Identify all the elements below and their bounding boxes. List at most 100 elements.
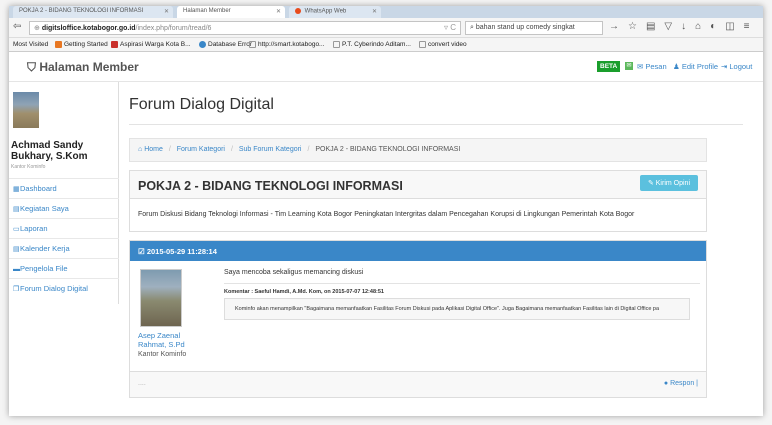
- bookmark-label: Database Error: [208, 41, 253, 49]
- sidebar-item-dashboard[interactable]: ▦Dashboard: [9, 178, 119, 198]
- calendar-icon: ☑: [138, 247, 147, 256]
- bookmarks-bar: Most Visited Getting Started Aspirasi Wa…: [9, 38, 763, 52]
- close-icon[interactable]: ✕: [276, 8, 281, 15]
- toolbar-icons: →☆▤▽↓⌂◐◫≡: [609, 21, 759, 32]
- bookmark-label: Aspirasi Warga Kota B...: [120, 41, 191, 49]
- bookmark-label: P.T. Cyberindo Aditam...: [342, 41, 411, 49]
- respon-label: Respon |: [670, 380, 698, 387]
- author-name[interactable]: Asep Zaenal Rahmat, S.Pd: [138, 331, 185, 349]
- pocket-icon[interactable]: ▽: [664, 21, 681, 32]
- bookmark-item[interactable]: Most Visited: [13, 41, 48, 48]
- avatar: [13, 92, 39, 128]
- sidebar-item-label: Pengelola File: [20, 264, 68, 273]
- folder-icon: ▬: [13, 266, 20, 273]
- bookmark-item[interactable]: Getting Started: [55, 41, 108, 48]
- download-icon[interactable]: ↓: [681, 21, 695, 32]
- forum-title: POKJA 2 - BIDANG TEKNOLOGI INFORMASI: [138, 179, 403, 193]
- bookmark-label: Most Visited: [13, 41, 49, 48]
- bookmark-item[interactable]: http://smart.kotabogo...: [249, 41, 324, 48]
- url-host: digitsloffice.kotabogor.go.id: [41, 25, 136, 32]
- breadcrumb-sub-forum[interactable]: Sub Forum Kategori: [239, 146, 302, 153]
- ellipsis: ....: [138, 380, 146, 387]
- sidebar-item-label: Kalender Kerja: [20, 244, 70, 253]
- sidebar-item-label: Laporan: [20, 224, 48, 233]
- browser-tab-whatsapp[interactable]: WhatsApp Web ✕: [289, 6, 381, 18]
- whatsapp-icon: [295, 8, 301, 14]
- home-icon[interactable]: ⌂: [695, 21, 710, 32]
- breadcrumb-separator: /: [168, 146, 171, 153]
- pesan-label: Pesan: [645, 62, 667, 71]
- star-icon[interactable]: ☆: [628, 21, 646, 32]
- browser-tab-member[interactable]: Halaman Member ✕: [177, 6, 285, 18]
- breadcrumb-forum-kategori[interactable]: Forum Kategori: [177, 146, 225, 153]
- comment-header: Komentar : Saeful Hamdi, A.Md. Kom, on 2…: [224, 289, 384, 295]
- chat-icon[interactable]: ◐: [710, 21, 725, 32]
- user-icon: ♟: [673, 62, 682, 71]
- author-avatar: [140, 269, 182, 327]
- respon-link[interactable]: ● Respon |: [664, 380, 698, 387]
- navigation-bar: ⇦ ⊕ digitsloffice.kotabogor.go.id/index.…: [9, 18, 763, 38]
- back-icon[interactable]: ⇦: [13, 21, 21, 32]
- author-office: Kantor Kominfo: [138, 351, 187, 358]
- reload-icon[interactable]: ▿ C: [444, 23, 456, 32]
- page-icon: [249, 41, 256, 48]
- bookmarks-icon[interactable]: ▤: [646, 21, 664, 32]
- close-icon[interactable]: ✕: [164, 8, 169, 15]
- sidebar-item-forum[interactable]: ❐Forum Dialog Digital: [9, 278, 119, 298]
- firefox-icon: [55, 41, 62, 48]
- forum-description: Forum Diskusi Bidang Teknologi Informasi…: [138, 211, 635, 218]
- sidebar-item-pengelola-file[interactable]: ▬Pengelola File: [9, 258, 119, 278]
- globe-icon: [199, 41, 206, 48]
- sidebar-item-label: Dashboard: [20, 184, 57, 193]
- sidebar-item-kalender[interactable]: ▤Kalender Kerja: [9, 238, 119, 258]
- user-name: Achmad Sandy Bukhary, S.Kom: [11, 140, 88, 162]
- sidebar-item-label: Forum Dialog Digital: [20, 284, 88, 293]
- url-bar[interactable]: ⊕ digitsloffice.kotabogor.go.id/index.ph…: [29, 21, 461, 35]
- globe-icon: ⊕: [34, 25, 42, 32]
- post-timestamp: 2015-05-29 11:28:14: [146, 247, 217, 256]
- edit-profile-link[interactable]: ♟ Edit Profile: [673, 62, 718, 71]
- bookmark-label: convert video: [428, 41, 467, 49]
- post-message: Saya mencoba sekaligus memancing diskusi: [224, 269, 364, 276]
- bookmark-item[interactable]: convert video: [419, 41, 467, 48]
- logout-label: Logout: [729, 62, 753, 71]
- kirim-opini-label: Kirim Opini: [655, 180, 690, 187]
- addon-icon[interactable]: ◫: [725, 21, 743, 32]
- tab-label: WhatsApp Web: [304, 8, 347, 15]
- chat-icon: ❐: [13, 286, 20, 293]
- post-footer: .... ● Respon |: [130, 371, 706, 397]
- divider: [224, 283, 700, 284]
- forum-panel-header: POKJA 2 - BIDANG TEKNOLOGI INFORMASI ✎ K…: [130, 171, 706, 199]
- dashboard-icon: ▦: [13, 186, 20, 193]
- search-input[interactable]: ⌕ bahan stand up comedy singkat: [465, 21, 603, 35]
- bookmark-item[interactable]: P.T. Cyberindo Aditam...: [333, 41, 411, 48]
- breadcrumb-home[interactable]: Home: [144, 146, 163, 153]
- envelope-icon: ✉: [625, 62, 633, 70]
- app-header: ⛉ Halaman Member BETA ✉ ✉ Pesan ♟ Edit P…: [9, 52, 763, 82]
- sidebar-item-laporan[interactable]: ▭Laporan: [9, 218, 119, 238]
- brand[interactable]: ⛉ Halaman Member: [27, 60, 139, 75]
- kirim-opini-button[interactable]: ✎ Kirim Opini: [639, 175, 698, 191]
- sidebar-item-kegiatan[interactable]: ▤Kegiatan Saya: [9, 198, 119, 218]
- bookmark-item[interactable]: Database Error: [199, 41, 252, 48]
- aspirasi-icon: [111, 41, 118, 48]
- page-icon: [333, 41, 340, 48]
- divider: [129, 124, 743, 125]
- sidebar: Achmad Sandy Bukhary, S.Kom Kantor Komin…: [9, 82, 119, 304]
- bookmark-item[interactable]: Aspirasi Warga Kota B...: [111, 41, 191, 48]
- sidebar-menu: ▦Dashboard ▤Kegiatan Saya ▭Laporan ▤Kale…: [9, 178, 119, 298]
- menu-icon[interactable]: ≡: [744, 21, 759, 32]
- pesan-link[interactable]: ✉ Pesan: [637, 62, 667, 71]
- breadcrumb-current: POKJA 2 - BIDANG TEKNOLOGI INFORMASI: [315, 146, 461, 153]
- close-icon[interactable]: ✕: [372, 8, 377, 15]
- tab-label: POKJA 2 - BIDANG TEKNOLOGI INFORMASI: [19, 8, 144, 14]
- bookmark-label: Getting Started: [64, 41, 108, 49]
- author-name-line: Asep Zaenal: [138, 331, 181, 340]
- browser-tab-pokja[interactable]: POKJA 2 - BIDANG TEKNOLOGI INFORMASI ✕: [13, 6, 173, 18]
- shield-icon: ⛉: [27, 60, 40, 74]
- logout-link[interactable]: ⇥ Logout: [721, 62, 752, 71]
- user-role: Kantor Kominfo: [11, 164, 46, 170]
- brand-label: Halaman Member: [39, 60, 139, 74]
- beta-badge: BETA: [597, 61, 621, 72]
- go-arrow-icon[interactable]: →: [609, 21, 628, 32]
